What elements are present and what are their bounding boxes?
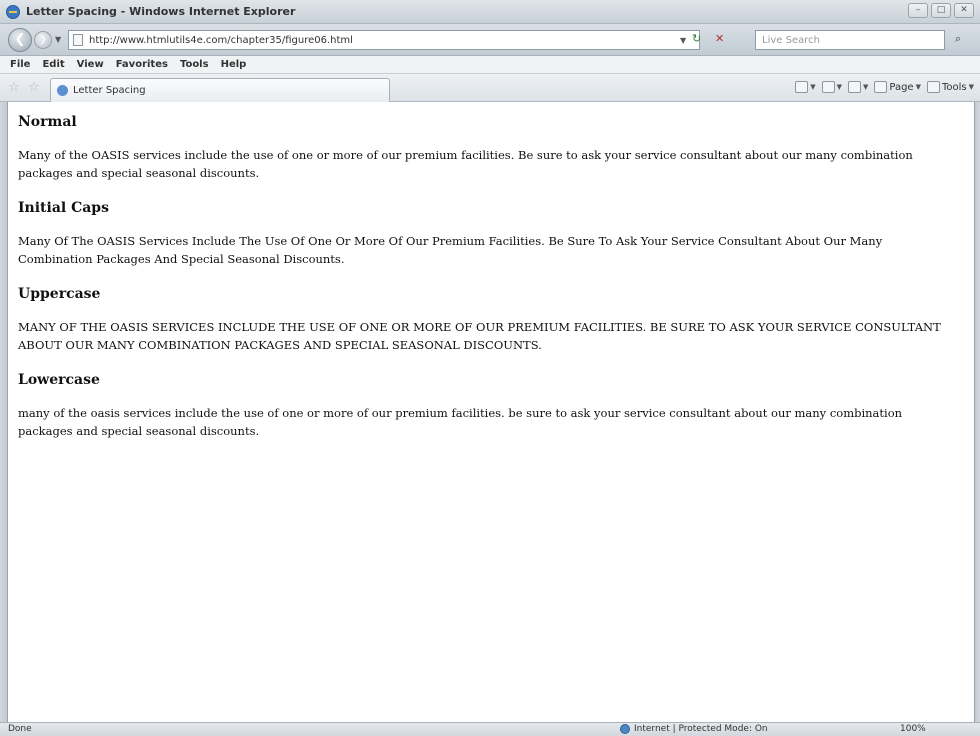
section-text-uppercase: Many of the OASIS services include the u… — [18, 320, 941, 352]
window-controls: – □ ✕ — [908, 3, 974, 18]
tab-letter-spacing[interactable]: Letter Spacing — [50, 78, 390, 102]
tools-gear-icon — [926, 81, 940, 93]
tools-menu-label: Tools — [941, 81, 967, 93]
command-bar: ▼ ▼ ▼ Page ▼ Tools ▼ — [795, 81, 974, 93]
home-icon — [795, 81, 809, 93]
stop-icon[interactable]: ✕ — [715, 32, 724, 45]
page-content: Normal Many of the OASIS services includ… — [8, 114, 970, 458]
security-zone[interactable]: Internet | Protected Mode: On — [620, 724, 768, 734]
close-button[interactable]: ✕ — [954, 3, 974, 18]
menu-favorites[interactable]: Favorites — [116, 59, 168, 70]
menu-help[interactable]: Help — [221, 59, 247, 70]
search-placeholder: Live Search — [762, 35, 820, 46]
print-button[interactable]: ▼ — [847, 81, 868, 93]
section-heading-lowercase: Lowercase — [18, 372, 100, 388]
globe-icon — [620, 724, 630, 734]
address-input[interactable]: http://www.htmlutils4e.com/chapter35/fig… — [68, 30, 700, 50]
window-title: Letter Spacing - Windows Internet Explor… — [26, 5, 296, 18]
section-text-normal: Many of the OASIS services include the u… — [18, 148, 913, 180]
back-button[interactable]: ❮ — [8, 28, 32, 52]
status-bar: Done Internet | Protected Mode: On 100% — [0, 722, 980, 736]
title-bar: Letter Spacing - Windows Internet Explor… — [0, 0, 980, 24]
section-text-lowercase: Many of the OASIS services include the u… — [18, 406, 903, 438]
favorites-star-icon[interactable]: ☆ — [8, 80, 20, 95]
zone-label: Internet | Protected Mode: On — [634, 724, 768, 734]
maximize-button[interactable]: □ — [931, 3, 951, 18]
section-heading-normal: Normal — [18, 114, 77, 130]
window-frame-left — [0, 102, 8, 722]
tab-bar: ☆ ☆ Letter Spacing ▼ ▼ ▼ Page ▼ Tools ▼ — [0, 74, 980, 102]
forward-button[interactable]: ❯ — [34, 31, 52, 49]
search-input[interactable]: Live Search — [755, 30, 945, 50]
url-text[interactable]: http://www.htmlutils4e.com/chapter35/fig… — [89, 35, 353, 46]
menu-view[interactable]: View — [77, 59, 104, 70]
status-text: Done — [8, 724, 32, 734]
section-heading-uppercase: Uppercase — [18, 286, 101, 302]
print-icon — [847, 81, 861, 93]
section-heading-initial-caps: Initial Caps — [18, 200, 109, 216]
page-menu-icon — [874, 81, 888, 93]
page-menu-label: Page — [889, 81, 914, 93]
section-text-initial-caps: Many of the OASIS services include the u… — [18, 234, 883, 266]
feeds-button[interactable]: ▼ — [821, 81, 842, 93]
page-icon — [73, 34, 83, 46]
tab-label: Letter Spacing — [73, 85, 146, 96]
add-favorite-icon[interactable]: ☆ — [28, 80, 40, 95]
minimize-button[interactable]: – — [908, 3, 928, 18]
address-toolbar: ❮ ❯ ▼ http://www.htmlutils4e.com/chapter… — [0, 24, 980, 56]
zoom-level[interactable]: 100% — [900, 724, 926, 734]
history-dropdown-icon[interactable]: ▼ — [55, 35, 61, 44]
menu-file[interactable]: File — [10, 59, 30, 70]
page-menu-button[interactable]: Page ▼ — [874, 81, 921, 93]
address-dropdown-icon[interactable]: ▼ — [680, 36, 686, 45]
menu-edit[interactable]: Edit — [42, 59, 64, 70]
home-button[interactable]: ▼ — [795, 81, 816, 93]
window-frame-right — [974, 102, 980, 722]
refresh-icon[interactable]: ↻ — [692, 32, 701, 45]
menu-tools[interactable]: Tools — [180, 59, 209, 70]
internet-explorer-icon — [6, 4, 20, 19]
search-icon[interactable]: ⌕ — [955, 32, 961, 46]
tab-page-icon — [57, 85, 68, 96]
tools-menu-button[interactable]: Tools ▼ — [926, 81, 974, 93]
feeds-icon — [821, 81, 835, 93]
menu-bar: File Edit View Favorites Tools Help — [0, 56, 980, 74]
